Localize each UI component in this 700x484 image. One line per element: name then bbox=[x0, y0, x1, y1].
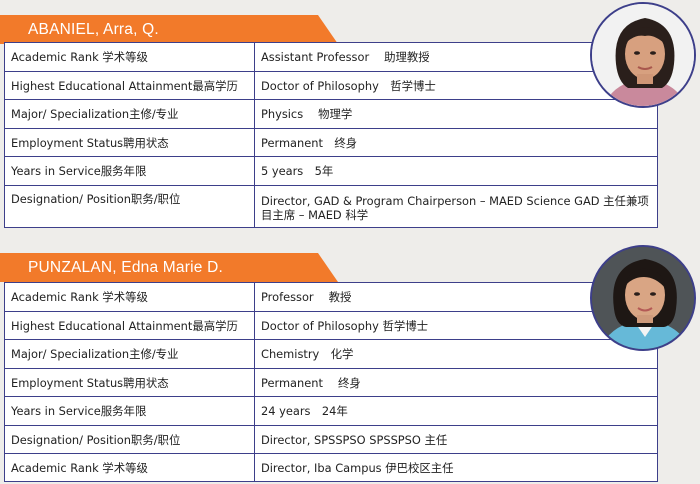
row-label: Employment Status聘用状态 bbox=[4, 368, 255, 397]
row-value: 24 years 24年 bbox=[254, 396, 658, 426]
table-row: Designation/ Position职务/职位 Director, SPS… bbox=[4, 425, 658, 454]
row-label: Major/ Specialization主修/专业 bbox=[4, 99, 255, 129]
profile-info-table: Academic Rank 学术等级 Assistant Professor 助… bbox=[4, 42, 658, 228]
profile-photo bbox=[590, 245, 696, 351]
row-value: Director, GAD & Program Chairperson – MA… bbox=[254, 185, 658, 228]
row-label: Highest Educational Attainment最高学历 bbox=[4, 311, 255, 340]
row-label: Academic Rank 学术等级 bbox=[4, 42, 255, 72]
table-row: Designation/ Position职务/职位 Director, GAD… bbox=[4, 185, 658, 228]
row-value: 5 years 5年 bbox=[254, 156, 658, 186]
faculty-profile-page: ABANIEL, Arra, Q. Academic Rank 学术等级 Ass… bbox=[0, 0, 700, 484]
profile-photo bbox=[590, 2, 696, 108]
table-row: Major/ Specialization主修/专业 Physics 物理学 bbox=[4, 99, 658, 129]
table-row: Years in Service服务年限 24 years 24年 bbox=[4, 396, 658, 426]
row-value: Director, SPSSPSO SPSSPSO 主任 bbox=[254, 425, 658, 454]
person-photo-icon bbox=[592, 247, 694, 349]
row-label: Designation/ Position职务/职位 bbox=[4, 425, 255, 454]
profile-card-punzalan: PUNZALAN, Edna Marie D. Academic Rank 学术… bbox=[0, 245, 700, 484]
row-value: Director, Iba Campus 伊巴校区主任 bbox=[254, 453, 658, 482]
table-row: Employment Status聘用状态 Permanent 终身 bbox=[4, 368, 658, 397]
row-label: Highest Educational Attainment最高学历 bbox=[4, 71, 255, 100]
table-row: Years in Service服务年限 5 years 5年 bbox=[4, 156, 658, 186]
row-value: Permanent 终身 bbox=[254, 368, 658, 397]
table-row: Major/ Specialization主修/专业 Chemistry 化学 bbox=[4, 339, 658, 369]
row-label: Academic Rank 学术等级 bbox=[4, 453, 255, 482]
row-label: Academic Rank 学术等级 bbox=[4, 282, 255, 312]
row-label: Major/ Specialization主修/专业 bbox=[4, 339, 255, 369]
row-value: Chemistry 化学 bbox=[254, 339, 658, 369]
profile-card-abaniel: ABANIEL, Arra, Q. Academic Rank 学术等级 Ass… bbox=[0, 2, 700, 235]
person-photo-icon bbox=[592, 4, 694, 106]
row-value: Physics 物理学 bbox=[254, 99, 658, 129]
table-row: Academic Rank 学术等级 Assistant Professor 助… bbox=[4, 42, 658, 72]
table-row: Highest Educational Attainment最高学历 Docto… bbox=[4, 71, 658, 100]
row-label: Years in Service服务年限 bbox=[4, 396, 255, 426]
row-label: Designation/ Position职务/职位 bbox=[4, 185, 255, 228]
table-row: Employment Status聘用状态 Permanent 终身 bbox=[4, 128, 658, 157]
table-row: Academic Rank 学术等级 Professor 教授 bbox=[4, 282, 658, 312]
row-label: Employment Status聘用状态 bbox=[4, 128, 255, 157]
profile-name: PUNZALAN, Edna Marie D. bbox=[28, 259, 223, 276]
profile-info-table: Academic Rank 学术等级 Professor 教授 Highest … bbox=[4, 282, 658, 482]
row-value: Permanent 终身 bbox=[254, 128, 658, 157]
row-label: Years in Service服务年限 bbox=[4, 156, 255, 186]
profile-name: ABANIEL, Arra, Q. bbox=[28, 21, 159, 38]
table-row: Academic Rank 学术等级 Director, Iba Campus … bbox=[4, 453, 658, 482]
table-row: Highest Educational Attainment最高学历 Docto… bbox=[4, 311, 658, 340]
